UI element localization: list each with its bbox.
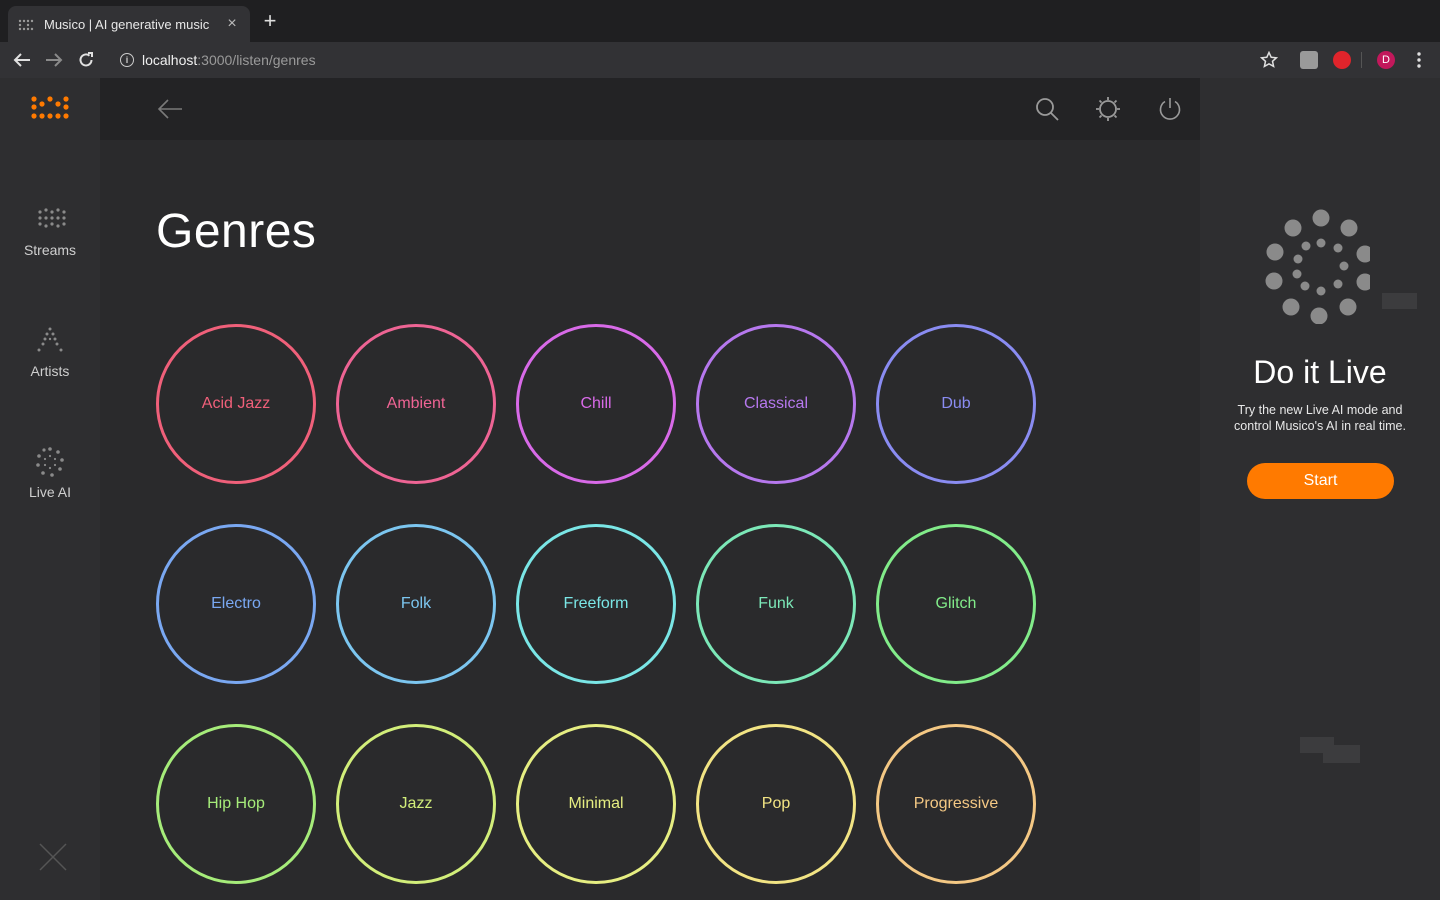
tab-title: Musico | AI generative music — [44, 16, 210, 32]
genre-label: Jazz — [399, 795, 433, 812]
browser-toolbar: i localhost:3000/listen/genres D — [0, 42, 1440, 78]
tab-close-icon[interactable]: × — [224, 15, 240, 33]
genre-chill[interactable]: Chill — [516, 324, 676, 484]
genre-label: Chill — [580, 395, 612, 412]
browser-menu-icon[interactable] — [1410, 51, 1428, 69]
live-panel-title: Do it Live — [1253, 354, 1387, 390]
genre-label: Folk — [400, 595, 432, 612]
musico-favicon-icon — [18, 18, 34, 31]
url-host: localhost — [142, 52, 198, 68]
genre-label: Minimal — [568, 795, 624, 812]
sidebar-item-artists[interactable]: Artists — [0, 325, 100, 379]
start-button[interactable]: Start — [1247, 463, 1394, 499]
genre-pop[interactable]: Pop — [696, 724, 856, 884]
toolbar-divider — [1361, 52, 1362, 68]
genre-label: Glitch — [935, 595, 977, 612]
genre-minimal[interactable]: Minimal — [516, 724, 676, 884]
genre-jazz[interactable]: Jazz — [336, 724, 496, 884]
glitch-decoration — [1382, 293, 1417, 309]
genre-freeform[interactable]: Freeform — [516, 524, 676, 684]
genre-ambient[interactable]: Ambient — [336, 324, 496, 484]
app-topbar — [100, 78, 1200, 140]
genre-label: Progressive — [913, 795, 999, 812]
browser-tab-bar: Musico | AI generative music × + — [0, 0, 1440, 42]
sidebar-item-live-ai[interactable]: Live AI — [0, 446, 100, 500]
genre-label: Ambient — [386, 395, 446, 412]
address-bar[interactable]: i localhost:3000/listen/genres — [108, 46, 1288, 74]
forward-arrow-icon[interactable] — [42, 48, 66, 72]
search-icon[interactable] — [1034, 96, 1060, 122]
genre-folk[interactable]: Folk — [336, 524, 496, 684]
genre-electro[interactable]: Electro — [156, 524, 316, 684]
power-icon[interactable] — [1157, 96, 1183, 122]
glitch-decoration — [1323, 745, 1360, 763]
site-info-icon[interactable]: i — [120, 53, 134, 67]
app-sidebar: Streams Artists Live AI — [0, 78, 100, 900]
genre-label: Dub — [941, 395, 971, 412]
extension-icon[interactable] — [1300, 51, 1318, 69]
genre-acid-jazz[interactable]: Acid Jazz — [156, 324, 316, 484]
live-ai-icon — [36, 447, 64, 477]
artists-icon — [37, 327, 63, 352]
reload-icon[interactable] — [74, 48, 98, 72]
genre-label: Freeform — [563, 595, 629, 612]
profile-avatar[interactable]: D — [1377, 51, 1395, 69]
genre-label: Acid Jazz — [201, 395, 271, 412]
back-arrow-icon[interactable] — [156, 96, 184, 122]
page-title: Genres — [156, 205, 317, 258]
genre-label: Hip Hop — [207, 795, 265, 812]
genre-label: Pop — [761, 795, 791, 812]
close-icon[interactable] — [38, 842, 68, 872]
adblock-extension-icon[interactable] — [1333, 51, 1351, 69]
streams-icon — [38, 208, 66, 228]
genre-classical[interactable]: Classical — [696, 324, 856, 484]
live-ai-spinner-icon — [1265, 209, 1370, 324]
new-tab-button[interactable]: + — [258, 9, 282, 33]
genre-label: Electro — [211, 595, 261, 612]
browser-tab[interactable]: Musico | AI generative music × — [8, 6, 250, 42]
genre-label: Funk — [758, 595, 794, 612]
live-panel-description: Try the new Live AI mode and control Mus… — [1234, 403, 1406, 433]
gear-icon[interactable] — [1095, 96, 1121, 122]
url-path: :3000/listen/genres — [197, 52, 316, 68]
genre-dub[interactable]: Dub — [876, 324, 1036, 484]
musico-logo-icon[interactable] — [30, 96, 70, 122]
sidebar-item-label: Streams — [23, 242, 77, 258]
genre-funk[interactable]: Funk — [696, 524, 856, 684]
genre-progressive[interactable]: Progressive — [876, 724, 1036, 884]
sidebar-item-streams[interactable]: Streams — [0, 204, 100, 258]
genre-glitch[interactable]: Glitch — [876, 524, 1036, 684]
sidebar-item-label: Live AI — [28, 484, 72, 500]
back-arrow-icon[interactable] — [10, 48, 34, 72]
bookmark-star-icon[interactable] — [1259, 50, 1279, 69]
sidebar-item-label: Artists — [30, 363, 70, 379]
live-ai-panel: Do it Live Try the new Live AI mode and … — [1200, 78, 1440, 900]
genre-label: Classical — [743, 395, 808, 412]
main-content: Genres Acid Jazz Ambient Chill Classical Dub… — [100, 78, 1200, 900]
genre-hip-hop[interactable]: Hip Hop — [156, 724, 316, 884]
